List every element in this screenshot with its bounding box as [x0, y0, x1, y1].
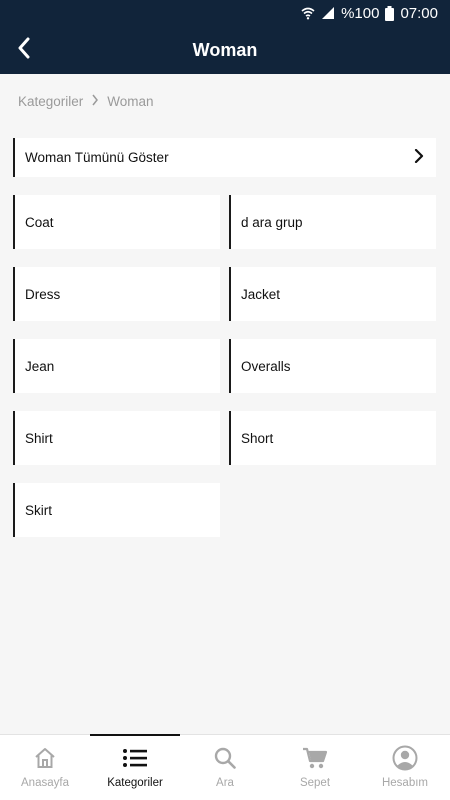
category-label: Short — [241, 430, 274, 446]
nav-label: Anasayfa — [21, 777, 69, 789]
category-label: Shirt — [25, 430, 53, 446]
wifi-icon — [301, 6, 315, 20]
category-item[interactable]: Shirt — [13, 411, 220, 465]
chevron-right-icon — [91, 94, 99, 109]
nav-label: Hesabım — [381, 777, 429, 789]
status-time: 07:00 — [400, 4, 438, 22]
app-bar: Woman — [0, 26, 450, 74]
bottom-nav: Anasayfa Kategoriler Ara Sepet Hesabım — [0, 734, 450, 800]
show-all-label: Woman Tümünü Göster — [25, 150, 169, 165]
category-label: Coat — [25, 214, 54, 230]
category-item[interactable]: Skirt — [13, 483, 220, 537]
nav-anasayfa[interactable]: Anasayfa — [0, 735, 90, 800]
page-title: Woman — [192, 39, 258, 60]
nav-label: Ara — [216, 777, 234, 789]
status-bar: %100 07:00 — [0, 0, 450, 26]
cart-icon — [302, 744, 328, 772]
category-label: d ara grup — [241, 214, 303, 230]
list-icon — [122, 744, 148, 772]
category-label: Skirt — [25, 502, 52, 518]
breadcrumb: Kategoriler Woman — [18, 94, 154, 109]
nav-label: Kategoriler — [107, 777, 163, 789]
category-item[interactable]: d ara grup — [229, 195, 436, 249]
category-item[interactable]: Jacket — [229, 267, 436, 321]
show-all-row[interactable]: Woman Tümünü Göster — [13, 138, 436, 177]
search-icon — [213, 744, 237, 772]
account-icon — [392, 744, 418, 772]
chevron-right-icon — [414, 148, 424, 166]
battery-percentage: %100 — [341, 4, 380, 22]
category-item[interactable]: Jean — [13, 339, 220, 393]
nav-kategoriler[interactable]: Kategoriler — [90, 734, 180, 800]
nav-sepet[interactable]: Sepet — [270, 735, 360, 800]
nav-ara[interactable]: Ara — [180, 735, 270, 800]
home-icon — [33, 744, 57, 772]
back-button[interactable] — [10, 36, 38, 64]
battery-icon — [385, 5, 395, 21]
breadcrumb-item-kategoriler[interactable]: Kategoriler — [18, 94, 83, 109]
nav-hesabim[interactable]: Hesabım — [360, 735, 450, 800]
signal-icon — [321, 6, 335, 20]
category-item[interactable]: Dress — [13, 267, 220, 321]
nav-label: Sepet — [299, 777, 331, 789]
category-item[interactable]: Overalls — [229, 339, 436, 393]
category-item[interactable]: Coat — [13, 195, 220, 249]
breadcrumb-item-current: Woman — [107, 94, 154, 109]
category-item[interactable]: Short — [229, 411, 436, 465]
category-label: Overalls — [241, 358, 291, 374]
category-label: Jean — [25, 358, 55, 374]
category-grid: Coat d ara grup Dress Jacket Jean Overal… — [13, 195, 436, 537]
category-label: Dress — [25, 286, 61, 302]
category-label: Jacket — [241, 286, 281, 302]
chevron-left-icon — [17, 37, 31, 64]
